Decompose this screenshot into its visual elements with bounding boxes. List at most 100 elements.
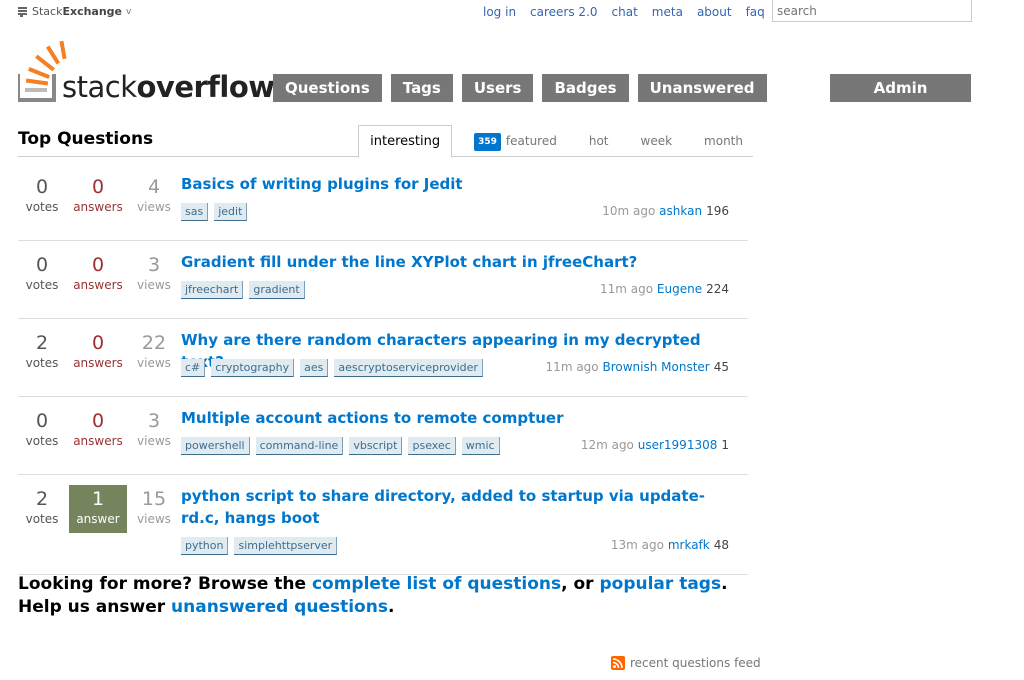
question-title-link[interactable]: Basics of writing plugins for Jedit [181,173,736,195]
view-count: 22 views [125,331,183,371]
vote-count-number: 0 [35,176,49,198]
vote-count-number: 0 [35,254,49,276]
tab-hot[interactable]: hot [579,125,619,157]
tag[interactable]: aes [300,359,329,377]
answer-count-label: answers [73,434,123,448]
tag[interactable]: c# [181,359,206,377]
nav-unanswered[interactable]: Unanswered [637,74,767,102]
user-reputation: 1 [721,438,729,452]
nav-badges[interactable]: Badges [542,74,629,102]
vote-count: 2 votes [13,331,71,371]
user-link[interactable]: user1991308 [638,438,718,452]
tag[interactable]: gradient [249,281,305,299]
tag-list: powershell command-line vbscript psexec … [181,437,506,455]
search-input[interactable] [772,0,972,22]
question-title-link[interactable]: Gradient fill under the line XYPlot char… [181,251,736,273]
user-reputation: 224 [706,282,729,296]
question-title-link[interactable]: Multiple account actions to remote compt… [181,407,736,429]
asked-time: 13m ago [610,538,664,552]
tag-list: sas jedit [181,203,253,221]
admin-console-button[interactable]: Admin Console [830,74,971,125]
stackexchange-icon [18,6,27,17]
popular-tags-link[interactable]: popular tags [599,574,721,594]
page-title: Top Questions [18,129,154,149]
view-count-label: views [137,512,171,526]
tag[interactable]: aescryptoserviceprovider [334,359,483,377]
answer-count-label: answers [73,356,123,370]
stackexchange-menu[interactable]: Stack Exchange v [18,5,131,18]
tag[interactable]: vbscript [349,437,403,455]
nav-questions[interactable]: Questions [273,74,382,102]
answer-count-number: 0 [91,410,105,432]
recent-questions-feed-link[interactable]: recent questions feed [611,656,761,670]
all-questions-link[interactable]: complete list of questions [312,574,561,594]
view-count: 4 views [125,175,183,215]
answer-count: 0 answers [69,175,127,215]
question-meta: 11m ago Brownish Monster 45 [546,359,729,375]
featured-count-badge: 359 [474,133,501,151]
question-tabs: interesting 359 featured hot week month [358,125,753,158]
view-count-label: views [137,356,171,370]
tag[interactable]: python [181,537,229,555]
tag[interactable]: jfreechart [181,281,244,299]
tag[interactable]: command-line [255,437,344,455]
top-links: log in careers 2.0 chat meta about faq [483,5,779,19]
question-meta: 12m ago user1991308 1 [581,437,729,453]
tag[interactable]: powershell [181,437,250,455]
site-logo[interactable]: stackoverflow [18,40,275,104]
user-link[interactable]: Brownish Monster [602,360,709,374]
tag[interactable]: jedit [214,203,248,221]
tab-featured[interactable]: 359 featured [464,125,567,157]
user-link[interactable]: ashkan [659,204,702,218]
nav-tags[interactable]: Tags [390,74,453,102]
faq-link[interactable]: faq [746,5,765,19]
tag-list: jfreechart gradient [181,281,311,299]
subheader: Top Questions interesting 359 featured ho… [18,125,753,158]
view-count-number: 4 [147,176,161,198]
tab-month[interactable]: month [694,125,753,157]
tab-interesting[interactable]: interesting [358,125,453,158]
user-reputation: 48 [713,538,729,552]
answer-count-number: 0 [91,254,105,276]
tag[interactable]: wmic [461,437,500,455]
rss-icon [611,656,625,670]
unanswered-questions-link[interactable]: unanswered questions [171,597,388,617]
view-count: 3 views [125,409,183,449]
vote-count-label: votes [25,278,59,292]
answer-count-number: 1 [91,488,105,510]
tag[interactable]: psexec [408,437,456,455]
answer-count-label: answers [73,200,123,214]
chat-link[interactable]: chat [612,5,638,19]
vote-count: 2 votes [13,487,71,527]
vote-count-label: votes [25,512,59,526]
tag[interactable]: cryptography [211,359,295,377]
vote-count-number: 0 [35,410,49,432]
question-summary: 2 votes 1 answer 15 views python script to … [18,475,748,575]
nav-users[interactable]: Users [461,74,534,102]
view-count-number: 3 [147,254,161,276]
accepted-answer-count: 1 answer [69,485,127,533]
answer-count-number: 0 [91,332,105,354]
tab-week[interactable]: week [631,125,683,157]
meta-link[interactable]: meta [652,5,683,19]
vote-count: 0 votes [13,253,71,293]
tag[interactable]: simplehttpserver [234,537,338,555]
view-count: 15 views [125,487,183,527]
vote-count: 0 votes [13,409,71,449]
vote-count: 0 votes [13,175,71,215]
logo-text-overflow: overflow [136,70,276,104]
about-link[interactable]: about [697,5,732,19]
user-link[interactable]: Eugene [657,282,702,296]
tab-featured-label: featured [505,134,557,148]
answer-count: 0 answers [69,253,127,293]
login-link[interactable]: log in [483,5,516,19]
logo-text: stackoverflow [62,70,275,104]
question-title-link[interactable]: python script to share directory, added … [181,485,736,529]
user-link[interactable]: mrkafk [668,538,710,552]
tag-list: c# cryptography aes aescryptoserviceprov… [181,359,489,377]
view-count-label: views [137,200,171,214]
question-meta: 10m ago ashkan 196 [602,203,729,219]
tag[interactable]: sas [181,203,209,221]
careers-link[interactable]: careers 2.0 [530,5,597,19]
question-summary: 0 votes 0 answers 3 views Gradient fill und… [18,241,748,319]
